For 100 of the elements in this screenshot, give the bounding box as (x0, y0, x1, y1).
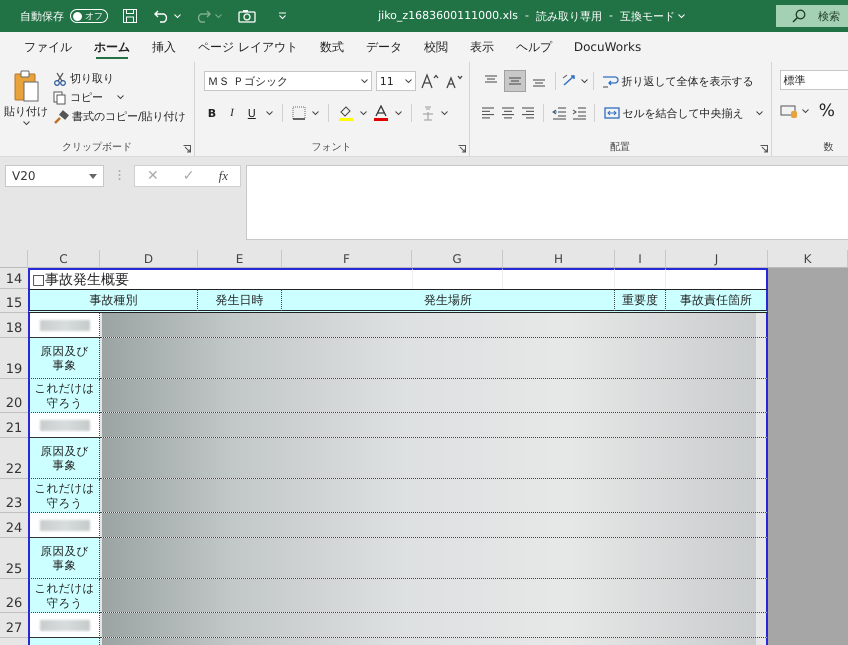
column-heading: 事故種別 (28, 289, 198, 313)
increase-indent-icon[interactable] (570, 106, 587, 120)
copy-icon (53, 90, 67, 104)
align-right-icon[interactable] (520, 106, 536, 120)
autosave-label: 自動保存 (20, 8, 64, 24)
number-format-field[interactable]: 標準 (780, 70, 848, 90)
column-heading: 発生場所 (282, 289, 615, 313)
column-header[interactable]: E (198, 250, 282, 268)
search-icon (792, 9, 806, 23)
increase-font-size-icon[interactable] (420, 72, 440, 90)
clipboard-icon (13, 70, 39, 102)
borders-icon[interactable] (292, 106, 306, 120)
row-label: 原因及び事象 (40, 444, 90, 472)
dialog-launcher-icon[interactable] (182, 145, 191, 153)
underline-button[interactable]: U (244, 106, 260, 120)
section-title: □事故発生概要 (28, 268, 412, 289)
phonetic-guide-icon[interactable] (420, 105, 435, 121)
paintbrush-icon (53, 110, 69, 124)
dialog-launcher-icon[interactable] (760, 145, 768, 153)
column-header[interactable]: C (28, 250, 100, 268)
grip-icon (118, 169, 120, 181)
undo-icon[interactable] (154, 9, 170, 23)
caret-icon[interactable] (360, 78, 368, 84)
ribbon-tab[interactable]: ヘルプ (504, 32, 563, 62)
accounting-format-icon[interactable] (780, 103, 798, 119)
ribbon-tab[interactable]: ページ レイアウト (187, 32, 309, 62)
caret-icon[interactable] (117, 95, 124, 100)
merge-cells-icon (604, 106, 620, 120)
file-name: jiko_z1683600111000.xls (378, 8, 518, 24)
fill-color-icon[interactable] (338, 105, 354, 121)
copy-button[interactable]: コピー (51, 89, 188, 106)
camera-icon[interactable] (238, 9, 256, 23)
title-separator: - (524, 8, 529, 24)
wrap-text-button[interactable]: 折り返して全体を表示する (598, 72, 756, 90)
name-box[interactable]: V20 (5, 165, 104, 187)
ribbon-tab[interactable]: DocuWorks (562, 32, 652, 62)
italic-button[interactable]: I (226, 107, 238, 119)
group-label: フォント (310, 141, 353, 155)
column-heading: 重要度 (615, 289, 666, 313)
font-color-icon[interactable] (372, 105, 389, 121)
read-only-label: 読み取り専用 (536, 8, 602, 24)
caret-icon[interactable] (756, 110, 763, 116)
formula-input[interactable] (246, 165, 848, 240)
percent-button[interactable]: % (816, 100, 837, 122)
customize-caret-icon[interactable] (278, 12, 287, 20)
row-label: これだけは守ろう (34, 581, 95, 610)
bold-button[interactable]: B (204, 106, 220, 120)
group-label: 数 (824, 141, 835, 155)
blurred-text (40, 420, 90, 430)
ribbon-tab[interactable]: 校閲 (412, 32, 459, 62)
caret-icon[interactable] (404, 78, 412, 84)
ribbon-tab[interactable]: 挿入 (141, 32, 187, 62)
column-heading: 事故責任箇所 (666, 289, 768, 313)
column-header[interactable]: I (615, 250, 666, 268)
caret-icon[interactable] (266, 110, 273, 116)
scissors-icon (53, 72, 67, 86)
row-label: 原因及び事象 (40, 344, 90, 372)
column-header[interactable]: K (768, 250, 848, 268)
column-header[interactable]: F (282, 250, 412, 268)
caret-icon[interactable] (580, 78, 588, 84)
column-header[interactable]: H (503, 250, 615, 268)
font-size-field[interactable]: 11 (376, 71, 416, 91)
ribbon-tab[interactable]: 表示 (458, 32, 505, 62)
blurred-text (40, 620, 90, 630)
paste-button[interactable]: 貼り付け (4, 70, 48, 140)
caret-icon[interactable] (22, 121, 30, 126)
redo-icon (195, 9, 211, 23)
dropdown-icon (89, 174, 97, 178)
compat-mode-menu[interactable]: 互換モード (620, 8, 685, 24)
autosave-toggle[interactable]: オフ (70, 9, 108, 23)
ribbon-tab[interactable]: 数式 (308, 32, 355, 62)
column-header[interactable]: G (412, 250, 503, 268)
decrease-indent-icon[interactable] (550, 106, 567, 120)
ribbon-tab[interactable]: ホーム (83, 32, 141, 62)
group-label: 配置 (609, 140, 632, 155)
row-label: 原因及び事象 (40, 544, 90, 572)
format-painter-button[interactable]: 書式のコピー/貼り付け (51, 108, 188, 125)
dialog-launcher-icon[interactable] (458, 145, 466, 153)
insert-function-button[interactable]: fx (218, 168, 228, 184)
group-label: クリップボード (60, 140, 133, 155)
cut-button[interactable]: 切り取り (51, 70, 188, 87)
title-separator: - (608, 8, 613, 24)
row-label: これだけは守ろう (34, 481, 95, 510)
caret-icon[interactable] (312, 110, 319, 116)
font-name-field[interactable]: ＭＳ Ｐゴシック (204, 71, 372, 91)
save-icon[interactable] (122, 8, 138, 24)
align-left-icon[interactable] (480, 106, 496, 120)
caret-icon[interactable] (802, 108, 809, 114)
ribbon-tab[interactable]: データ (354, 32, 413, 62)
merge-center-button[interactable]: セルを結合して中央揃え (602, 104, 765, 122)
search-field[interactable]: 検索 (776, 5, 848, 27)
column-header[interactable]: J (666, 250, 768, 268)
align-center-icon[interactable] (500, 106, 516, 120)
blurred-text (40, 520, 90, 530)
caret-icon[interactable] (360, 110, 367, 116)
caret-icon[interactable] (394, 110, 402, 116)
ribbon-tab[interactable]: ファイル (13, 32, 83, 62)
column-header[interactable]: D (100, 250, 198, 268)
caret-icon[interactable] (440, 110, 448, 116)
row-label: これだけは守ろう (34, 381, 95, 410)
